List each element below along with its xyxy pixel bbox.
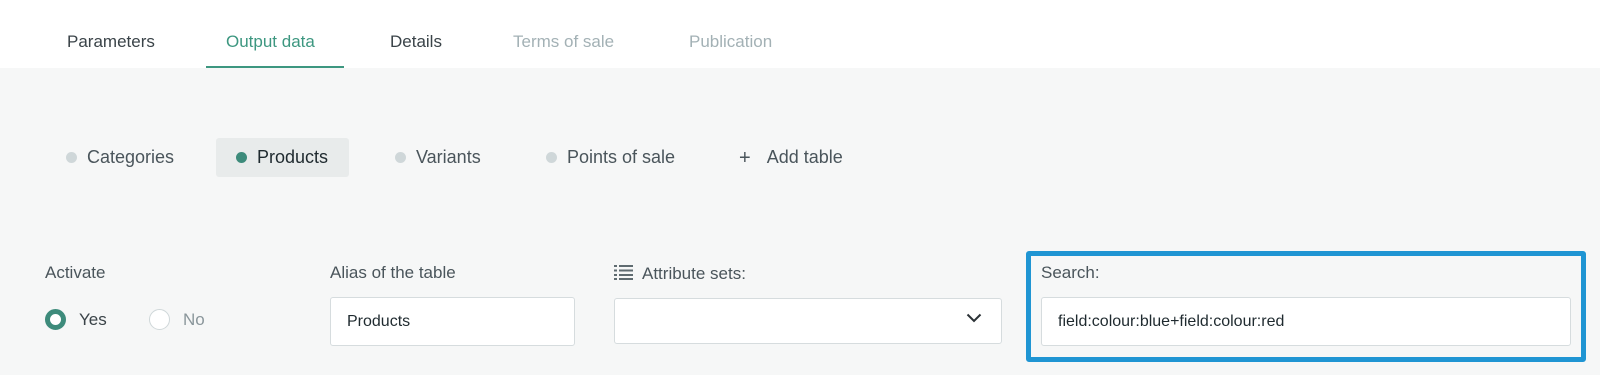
activate-label: Activate bbox=[45, 263, 106, 282]
tab-details[interactable]: Details bbox=[390, 0, 442, 68]
table-pill-label: Categories bbox=[87, 147, 175, 167]
search-highlight-frame bbox=[1026, 251, 1586, 362]
list-icon bbox=[614, 265, 633, 280]
attribute-sets-label: Attribute sets: bbox=[642, 264, 746, 283]
alias-input[interactable]: Products bbox=[330, 297, 575, 346]
table-pill-products[interactable]: Products bbox=[216, 138, 349, 177]
add-table-label: Add table bbox=[766, 147, 843, 167]
status-dot bbox=[66, 152, 77, 163]
status-dot bbox=[395, 152, 406, 163]
tab-parameters[interactable]: Parameters bbox=[67, 0, 155, 68]
activate-yes-radio[interactable]: Yes bbox=[45, 309, 107, 330]
radio-label: No bbox=[183, 309, 205, 329]
table-pill-label: Variants bbox=[416, 147, 481, 167]
active-tab-indicator bbox=[206, 66, 344, 68]
radio-label: Yes bbox=[79, 309, 107, 329]
table-pill-label: Points of sale bbox=[567, 147, 676, 167]
status-dot bbox=[546, 152, 557, 163]
chevron-down-icon[interactable] bbox=[966, 313, 982, 323]
radio-checked-icon bbox=[45, 309, 66, 330]
table-pill-label: Products bbox=[257, 147, 329, 167]
tab-terms-of-sale: Terms of sale bbox=[513, 32, 615, 51]
top-tab-bar: Parameters Output data Details Terms of … bbox=[0, 0, 1600, 68]
plus-icon: + bbox=[739, 146, 751, 169]
radio-unchecked-icon bbox=[149, 309, 170, 330]
table-pill-categories[interactable]: Categories bbox=[66, 138, 174, 177]
activate-no-radio[interactable]: No bbox=[149, 309, 205, 330]
table-pill-points-of-sale[interactable]: Points of sale bbox=[546, 138, 675, 177]
status-dot bbox=[236, 152, 247, 163]
tab-publication: Publication bbox=[689, 32, 773, 51]
tab-output-data[interactable]: Output data bbox=[226, 0, 315, 68]
add-table-button[interactable]: + Add table bbox=[739, 138, 843, 177]
attribute-sets-select[interactable] bbox=[614, 298, 1002, 344]
alias-label: Alias of the table bbox=[330, 263, 456, 282]
table-pill-variants[interactable]: Variants bbox=[395, 138, 481, 177]
